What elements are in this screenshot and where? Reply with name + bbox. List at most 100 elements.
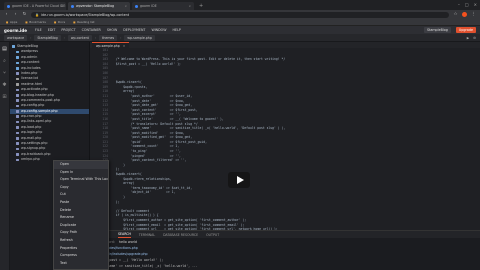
php-file-icon	[16, 104, 19, 108]
context-menu-item[interactable]: Copy Path	[54, 229, 108, 237]
reload-icon[interactable]: ↻	[22, 12, 27, 17]
bookmark-item[interactable]: Bookmarks	[25, 20, 46, 24]
php-file-icon	[16, 88, 19, 92]
context-menu-item[interactable]: Text	[54, 260, 108, 268]
ide-toolbar-right: ▶ ⚙	[467, 36, 476, 40]
browser-tab[interactable]: goorm IDE - A Powerful Cloud IDE ×	[4, 2, 66, 10]
lock-icon: 🔒	[35, 12, 40, 17]
php-file-icon	[16, 147, 19, 151]
breadcrumb-item[interactable]: workspace	[4, 34, 28, 41]
star-icon[interactable]: ☆	[453, 12, 458, 17]
breadcrumb-separator: ›	[63, 35, 65, 40]
bookmark-item[interactable]: Apps	[6, 20, 17, 24]
explorer-icon[interactable]: ▤	[2, 46, 7, 52]
ide-menu-bar: goorm.ide FILE EDIT PROJECT CONTAINER SH…	[0, 26, 480, 34]
breadcrumb-separator: ›	[30, 35, 32, 40]
browser-tab-label: goorm IDE	[140, 4, 157, 8]
menu-deployment[interactable]: DEPLOYMENT	[123, 28, 145, 32]
browser-tab-label: wpvendor: StampleBlog	[76, 4, 115, 8]
run-icon[interactable]: ▶	[467, 36, 469, 40]
menu-container[interactable]: CONTAINER	[82, 28, 101, 32]
context-menu-item[interactable]: Open Terminal With This Location	[54, 176, 108, 184]
maximize-button[interactable]: □	[465, 2, 469, 7]
context-menu-item[interactable]: Paste	[54, 199, 108, 207]
close-tab-icon[interactable]: ×	[65, 4, 66, 8]
php-file-icon	[16, 137, 19, 140]
code-text: );	[112, 199, 120, 204]
context-menu-item[interactable]: Delete	[54, 207, 108, 215]
settings-icon[interactable]: ⚙	[473, 36, 476, 40]
breadcrumb-item[interactable]: wp-sample.php	[124, 34, 155, 41]
extensions-icon[interactable]: ⊞	[2, 94, 6, 100]
debug-icon[interactable]: ✱	[2, 82, 6, 88]
url-field[interactable]: 🔒 ide-run.goorm.io/workspace/StampleBlog…	[31, 11, 449, 18]
code-editor[interactable]: wp-sample.php × 101 102 103 /* Welcome to …	[90, 42, 480, 230]
ide-breadcrumb-bar: workspace › StampleBlog › wp-content › t…	[0, 34, 480, 42]
bookmark-item[interactable]: Docs	[54, 20, 65, 24]
context-menu-item[interactable]: Open	[54, 161, 108, 169]
search-icon[interactable]: ⌕	[3, 58, 6, 64]
bookmark-item[interactable]: Reading list	[73, 20, 95, 24]
code-lines[interactable]: 101 102 103 /* Welcome to WordPress. This …	[90, 48, 480, 230]
php-file-icon	[16, 115, 19, 119]
new-tab-button[interactable]: +	[196, 2, 206, 10]
context-menu-item[interactable]: Rename	[54, 214, 108, 222]
context-menu-item[interactable]: Open In	[54, 169, 108, 177]
menu-kebab-icon[interactable]: ⋮	[471, 12, 476, 17]
browser-tab[interactable]: goorm IDE ×	[132, 2, 194, 10]
context-menu: OpenOpen InOpen Terminal With This Locat…	[53, 160, 109, 270]
context-menu-item[interactable]: Properties	[54, 245, 108, 253]
menu-show[interactable]: SHOW	[107, 28, 117, 32]
tab-search[interactable]: SEARCH	[118, 231, 131, 238]
breadcrumb-item[interactable]: themes	[99, 34, 118, 41]
breadcrumb-item[interactable]: StampleBlog	[34, 34, 61, 41]
php-file-icon	[16, 72, 19, 75]
breadcrumb-separator: ›	[94, 35, 97, 40]
php-file-icon	[16, 93, 19, 97]
play-button[interactable]	[228, 172, 250, 188]
close-window-button[interactable]: ×	[474, 2, 477, 7]
context-menu-item[interactable]: Copy	[54, 184, 108, 192]
git-icon[interactable]: ⑂	[3, 70, 6, 76]
context-menu-item[interactable]: Duplicate	[54, 222, 108, 230]
minimize-button[interactable]: –	[458, 2, 460, 7]
upgrade-button[interactable]: Upgrade	[455, 27, 476, 33]
avatar[interactable]	[462, 12, 467, 17]
close-tab-icon[interactable]: ×	[188, 4, 191, 8]
tab-terminal[interactable]: TERMINAL	[139, 233, 155, 237]
back-icon[interactable]: ‹	[4, 12, 9, 17]
menu-project[interactable]: PROJECT	[61, 28, 75, 32]
favicon-icon	[71, 4, 74, 8]
context-menu-item[interactable]: Cut	[54, 191, 108, 199]
search-result-line[interactable]: 'post_name' => sanitize_title( _x( 'hell…	[90, 263, 480, 269]
close-tab-icon[interactable]: ×	[124, 4, 127, 8]
browser-tab-strip: goorm IDE - A Powerful Cloud IDE × wpven…	[0, 0, 480, 10]
menu-file[interactable]: FILE	[35, 28, 42, 32]
activity-bar: ▤ ⌕ ⑂ ✱ ⊞	[0, 42, 10, 270]
tab-output[interactable]: OUTPUT	[206, 233, 219, 237]
ide-logo: goorm.ide	[4, 27, 27, 33]
breadcrumb-item[interactable]: wp-content	[67, 34, 92, 41]
php-file-icon	[16, 126, 19, 129]
context-menu-item[interactable]: Compress	[54, 252, 108, 260]
folder-icon	[16, 66, 19, 70]
panel-tab-strip: SEARCH TERMINAL DATABASE RESOURCE OUTPUT	[90, 231, 480, 238]
php-file-icon	[16, 99, 19, 102]
file-tree-item-label: xmlrpc.php	[21, 157, 40, 162]
php-file-icon	[16, 110, 19, 113]
video-frame: goorm IDE - A Powerful Cloud IDE × wpven…	[0, 0, 480, 270]
browser-tab-active[interactable]: wpvendor: StampleBlog ×	[68, 2, 130, 10]
menu-help[interactable]: HELP	[173, 28, 181, 32]
folder-icon	[12, 45, 15, 48]
menu-window[interactable]: WINDOW	[151, 28, 166, 32]
menu-edit[interactable]: EDIT	[48, 28, 56, 32]
favicon-icon	[7, 4, 10, 8]
context-menu-item[interactable]: Refresh	[54, 237, 108, 245]
workspace-selector[interactable]: StampleBlog	[423, 27, 451, 33]
tab-database-resource[interactable]: DATABASE RESOURCE	[163, 233, 198, 237]
file-icon	[16, 77, 19, 81]
php-file-icon	[16, 153, 19, 156]
bookmarks-bar: Apps Bookmarks Docs Reading list	[0, 19, 480, 26]
forward-icon[interactable]: ›	[13, 12, 18, 17]
favicon-icon	[135, 4, 138, 8]
